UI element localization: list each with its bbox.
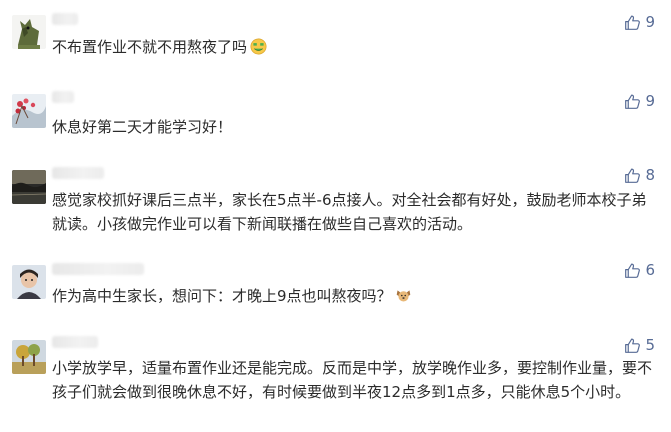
money-mouth-face-icon	[250, 38, 267, 55]
like-count: 9	[645, 13, 655, 31]
like-button[interactable]: 6	[624, 261, 655, 279]
thumbs-up-icon	[625, 15, 641, 30]
avatar[interactable]	[12, 15, 46, 49]
like-button[interactable]: 9	[624, 92, 655, 110]
username-blurred	[52, 167, 104, 179]
like-button[interactable]: 8	[624, 166, 655, 184]
avatar[interactable]	[12, 170, 46, 204]
red-flowers-avatar-image	[12, 94, 46, 128]
avatar[interactable]	[12, 265, 46, 299]
comment-body: 休息好第二天才能学习好！	[52, 118, 233, 136]
like-button[interactable]: 5	[624, 336, 655, 354]
person-photo-avatar-image	[12, 265, 46, 299]
dark-landscape-avatar-image	[12, 170, 46, 204]
comment-body: 不布置作业不就不用熬夜了吗	[52, 38, 248, 56]
comment-body: 作为高中生家长，想问下：才晚上9点也叫熬夜吗？	[52, 287, 392, 305]
avatar[interactable]	[12, 340, 46, 374]
username-blurred	[52, 13, 78, 25]
money-mouth-face-emoji	[250, 38, 267, 55]
username-blurred	[52, 336, 98, 348]
thumbs-up-icon	[625, 263, 641, 278]
like-count: 8	[645, 166, 655, 184]
like-count: 5	[645, 336, 655, 354]
comment-text: 休息好第二天才能学习好！	[52, 115, 653, 139]
comment-text: 不布置作业不就不用熬夜了吗	[52, 35, 653, 59]
dog-face-emoji	[395, 287, 412, 304]
tree-scene-avatar-image	[12, 340, 46, 374]
dog-face-icon	[396, 290, 410, 302]
like-count: 9	[645, 92, 655, 110]
green-animal-avatar-image	[12, 15, 46, 49]
thumbs-up-icon	[625, 94, 641, 109]
comment-text: 小学放学早，适量布置作业还是能完成。反而是中学，放学晚作业多，要控制作业量，要不…	[52, 356, 653, 404]
thumbs-up-icon	[625, 168, 641, 183]
comment-text: 作为高中生家长，想问下：才晚上9点也叫熬夜吗？	[52, 284, 653, 308]
like-count: 6	[645, 261, 655, 279]
comment-text: 感觉家校抓好课后三点半，家长在5点半-6点接人。对全社会都有好处，鼓励老师本校子…	[52, 188, 653, 236]
comment-body: 小学放学早，适量布置作业还是能完成。反而是中学，放学晚作业多，要控制作业量，要不…	[52, 359, 653, 401]
thumbs-up-icon	[625, 338, 641, 353]
avatar[interactable]	[12, 94, 46, 128]
username-blurred	[52, 91, 74, 103]
username-blurred	[52, 263, 144, 275]
like-button[interactable]: 9	[624, 13, 655, 31]
comment-body: 感觉家校抓好课后三点半，家长在5点半-6点接人。对全社会都有好处，鼓励老师本校子…	[52, 191, 647, 233]
